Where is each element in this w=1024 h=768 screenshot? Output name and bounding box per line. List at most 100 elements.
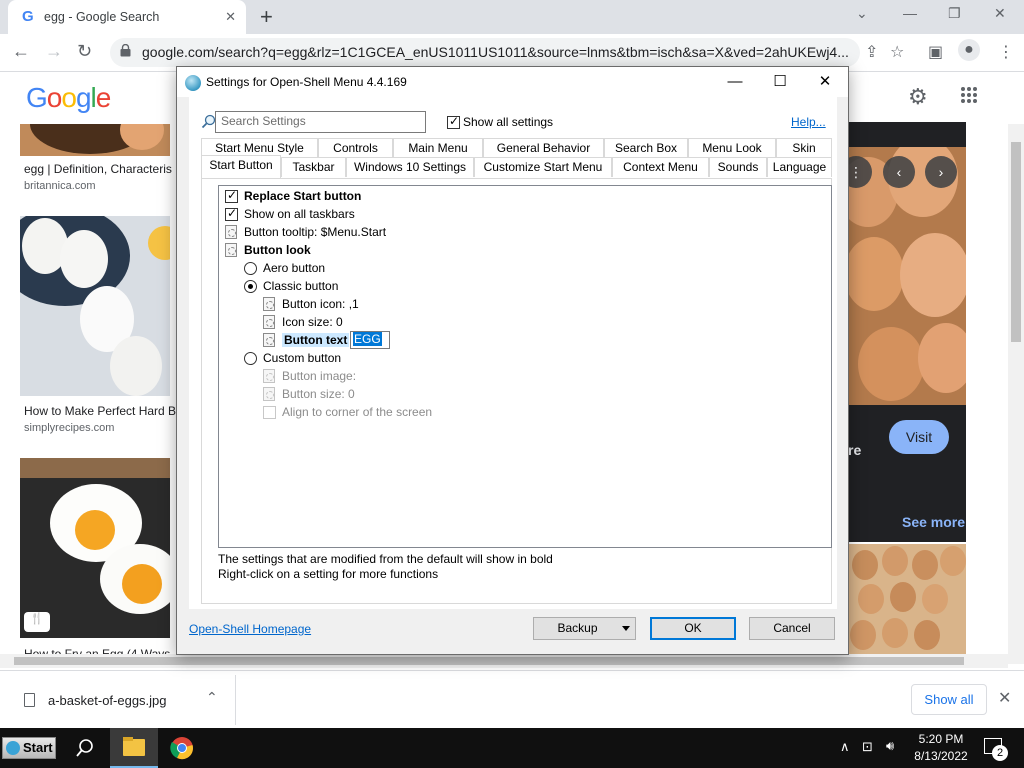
dialog-close-button[interactable]: ✕ — [802, 71, 848, 93]
image-result-thumbnail[interactable]: 🍴 — [20, 458, 170, 638]
dialog-maximize-button[interactable]: ☐ — [757, 71, 803, 93]
image-result-thumbnail[interactable] — [20, 216, 170, 396]
button-image-setting[interactable]: Button image: — [282, 367, 356, 385]
show-all-settings-label[interactable]: Show all settings — [463, 115, 553, 129]
share-icon[interactable]: ⇪ — [865, 42, 878, 62]
restore-button[interactable]: ❐ — [948, 5, 961, 22]
browser-tab[interactable]: G egg - Google Search ✕ — [8, 0, 246, 34]
volume-icon[interactable]: 🔊︎ — [886, 738, 894, 754]
network-icon[interactable]: ⊡ — [862, 739, 873, 755]
horizontal-scrollbar[interactable] — [0, 654, 1008, 668]
custom-button-label[interactable]: Custom button — [263, 349, 341, 367]
fork-knife-icon: 🍴 — [24, 612, 50, 632]
close-icon[interactable]: ✕ — [998, 688, 1011, 708]
right-click-note: Right-click on a setting for more functi… — [218, 567, 439, 581]
visit-button[interactable]: Visit — [889, 420, 949, 454]
aero-button-label[interactable]: Aero button — [263, 259, 325, 277]
show-all-button[interactable]: Show all — [911, 684, 987, 715]
address-bar[interactable]: google.com/search?q=egg&rlz=1C1GCEA_enUS… — [110, 38, 860, 67]
tab-menu-look[interactable]: Menu Look — [688, 138, 776, 158]
show-all-taskbars-label[interactable]: Show on all taskbars — [244, 205, 355, 223]
classic-button-radio[interactable] — [244, 280, 257, 293]
see-more-link[interactable]: See more — [902, 514, 965, 530]
tab-search-icon[interactable]: ⌄ — [856, 5, 868, 22]
forward-icon[interactable]: → — [45, 41, 63, 62]
tab-close-icon[interactable]: ✕ — [225, 9, 236, 25]
tray-chevron-icon[interactable]: ∧ — [840, 739, 850, 755]
tab-language[interactable]: Language — [767, 157, 832, 177]
minimize-button[interactable]: — — [903, 5, 917, 21]
backup-button[interactable]: Backup — [533, 617, 636, 640]
search-icon[interactable] — [74, 737, 96, 759]
tab-windows-10-settings[interactable]: Windows 10 Settings — [346, 157, 474, 177]
ok-button[interactable]: OK — [650, 617, 736, 640]
next-icon[interactable]: › — [925, 156, 957, 188]
clock-date[interactable]: 8/13/2022 — [909, 749, 973, 763]
tab-main-menu[interactable]: Main Menu — [393, 138, 483, 158]
new-tab-button[interactable]: + — [260, 4, 273, 30]
show-all-settings-checkbox[interactable]: ✓ — [447, 114, 460, 129]
horizontal-scroll-thumb[interactable] — [14, 657, 964, 665]
vertical-scroll-thumb[interactable] — [1011, 142, 1021, 342]
desktop-screen: G egg - Google Search ✕ + ⌄ — ❐ ✕ ← → ↻ … — [0, 0, 1024, 768]
previous-icon[interactable]: ‹ — [883, 156, 915, 188]
tab-search-box[interactable]: Search Box — [604, 138, 688, 158]
reload-icon[interactable]: ↻ — [77, 41, 92, 62]
tab-customize-start-menu[interactable]: Customize Start Menu — [474, 157, 612, 177]
image-result-thumbnail[interactable] — [20, 124, 170, 156]
align-corner-label[interactable]: Align to corner of the screen — [282, 403, 432, 421]
button-text-input[interactable]: EGG — [350, 331, 390, 349]
aero-button-radio[interactable] — [244, 262, 257, 275]
chevron-up-icon[interactable]: ⌃ — [206, 689, 218, 706]
dialog-title-bar[interactable]: Settings for Open-Shell Menu 4.4.169 — ☐… — [177, 67, 848, 97]
replace-start-label[interactable]: Replace Start button — [244, 187, 361, 205]
open-shell-homepage-link[interactable]: Open-Shell Homepage — [189, 622, 311, 636]
clock-time[interactable]: 5:20 PM — [916, 732, 966, 746]
tab-controls[interactable]: Controls — [318, 138, 393, 158]
replace-start-checkbox[interactable]: ✓ — [225, 188, 238, 203]
tab-start-button[interactable]: Start Button — [201, 155, 281, 178]
file-explorer-taskbar-icon[interactable] — [110, 728, 158, 768]
taskbar: Start ∧ ⊡ 🔊︎ 5:20 PM 8/13/2022 2 — [0, 728, 1024, 768]
button-text-setting[interactable]: Button text — [282, 331, 350, 349]
tab-context-menu[interactable]: Context Menu — [612, 157, 709, 177]
bookmark-star-icon[interactable]: ☆ — [890, 42, 904, 62]
cancel-button[interactable]: Cancel — [749, 617, 835, 640]
icon-size-setting[interactable]: Icon size: 0 — [282, 313, 343, 331]
help-link[interactable]: Help... — [791, 115, 826, 129]
search-settings-input[interactable]: Search Settings — [215, 111, 426, 133]
image-result-title[interactable]: How to Make Perfect Hard B — [24, 404, 176, 418]
show-all-taskbars-checkbox[interactable]: ✓ — [225, 206, 238, 221]
start-orb-icon — [6, 741, 20, 755]
button-text-value: EGG — [353, 332, 382, 346]
button-icon-setting[interactable]: Button icon: ,1 — [282, 295, 359, 313]
vertical-scrollbar[interactable] — [1008, 124, 1024, 664]
chrome-taskbar-icon[interactable] — [170, 736, 194, 760]
align-corner-checkbox[interactable] — [263, 406, 276, 419]
button-tooltip-setting[interactable]: Button tooltip: $Menu.Start — [244, 223, 386, 241]
classic-button-label[interactable]: Classic button — [263, 277, 338, 295]
related-image[interactable] — [848, 544, 966, 654]
button-size-setting[interactable]: Button size: 0 — [282, 385, 355, 403]
tab-skin[interactable]: Skin — [776, 138, 832, 158]
download-bar: a-basket-of-eggs.jpg ⌃ Show all ✕ — [0, 670, 1024, 728]
apps-grid-icon[interactable] — [960, 86, 978, 104]
dialog-minimize-button[interactable]: — — [712, 71, 758, 93]
image-result-title[interactable]: egg | Definition, Characteris — [24, 162, 172, 176]
google-favicon-icon: G — [22, 8, 34, 25]
browser-tab-strip: G egg - Google Search ✕ + ⌄ — ❐ ✕ — [0, 0, 1024, 34]
download-item[interactable]: a-basket-of-eggs.jpg ⌃ — [10, 675, 236, 725]
button-look-setting[interactable]: Button look — [244, 241, 311, 259]
tab-taskbar[interactable]: Taskbar — [281, 157, 346, 177]
tab-sounds[interactable]: Sounds — [709, 157, 767, 177]
tab-general-behavior[interactable]: General Behavior — [483, 138, 604, 158]
google-logo[interactable]: Google — [26, 82, 111, 114]
start-button[interactable]: Start — [2, 737, 56, 759]
back-icon[interactable]: ← — [12, 41, 30, 62]
settings-gear-icon[interactable]: ⚙ — [908, 84, 928, 110]
profile-avatar-icon[interactable]: ● — [958, 39, 980, 61]
custom-button-radio[interactable] — [244, 352, 257, 365]
menu-kebab-icon[interactable]: ⋮ — [998, 42, 1014, 62]
side-panel-icon[interactable]: ▣ — [928, 42, 943, 62]
close-button[interactable]: ✕ — [994, 5, 1006, 22]
